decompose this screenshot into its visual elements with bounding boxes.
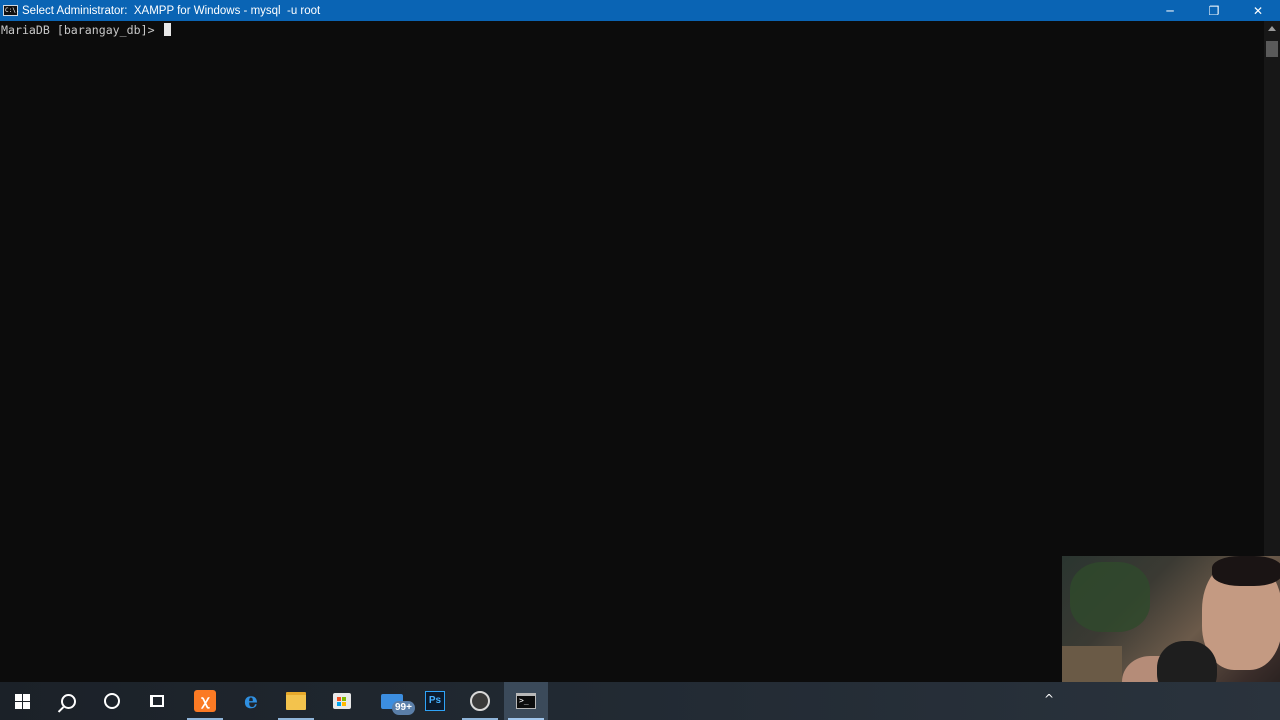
taskbar-edge[interactable]: e <box>229 682 273 720</box>
taskbar: ꭓ e Ps >_ <box>0 682 1280 720</box>
edge-icon: e <box>244 688 258 714</box>
show-hidden-icons-chevron-icon[interactable]: ^ <box>1044 692 1054 706</box>
close-button[interactable]: ✕ <box>1236 0 1280 21</box>
minimize-button[interactable]: ─ <box>1148 0 1192 21</box>
obs-icon <box>470 691 490 711</box>
search-button[interactable] <box>46 682 90 720</box>
taskbar-photoshop[interactable]: Ps <box>413 682 457 720</box>
title-bar[interactable]: C:\. Select Administrator: XAMPP for Win… <box>0 0 1280 21</box>
taskbar-store[interactable] <box>320 682 364 720</box>
text-cursor <box>163 23 171 36</box>
cortana-button[interactable] <box>90 682 134 720</box>
photoshop-icon: Ps <box>425 691 445 711</box>
scroll-up-arrow-icon[interactable] <box>1268 26 1276 31</box>
folder-icon <box>286 692 306 710</box>
taskbar-xampp[interactable]: ꭓ <box>183 682 227 720</box>
task-view-button[interactable] <box>135 682 179 720</box>
search-icon <box>60 693 76 709</box>
prompt-line: MariaDB [barangay_db]> <box>1 22 171 38</box>
command-prompt-icon[interactable]: C:\. <box>3 5 19 16</box>
windows-logo-icon <box>14 693 30 709</box>
store-icon <box>333 693 351 709</box>
taskbar-obs[interactable] <box>458 682 502 720</box>
scroll-thumb[interactable] <box>1266 41 1278 57</box>
taskbar-file-explorer[interactable] <box>274 682 318 720</box>
window-controls: ─ ❐ ✕ <box>1148 0 1280 21</box>
task-view-icon <box>150 695 164 707</box>
xampp-icon: ꭓ <box>194 690 216 712</box>
window-title: Select Administrator: XAMPP for Windows … <box>22 4 321 17</box>
mail-unread-badge: 99+ <box>392 701 415 715</box>
command-prompt-icon: >_ <box>516 693 536 709</box>
mariadb-prompt: MariaDB [barangay_db]> <box>1 23 162 37</box>
cortana-icon <box>104 693 120 709</box>
taskbar-command-prompt[interactable]: >_ <box>504 682 548 720</box>
start-button[interactable] <box>0 682 44 720</box>
restore-button[interactable]: ❐ <box>1192 0 1236 21</box>
